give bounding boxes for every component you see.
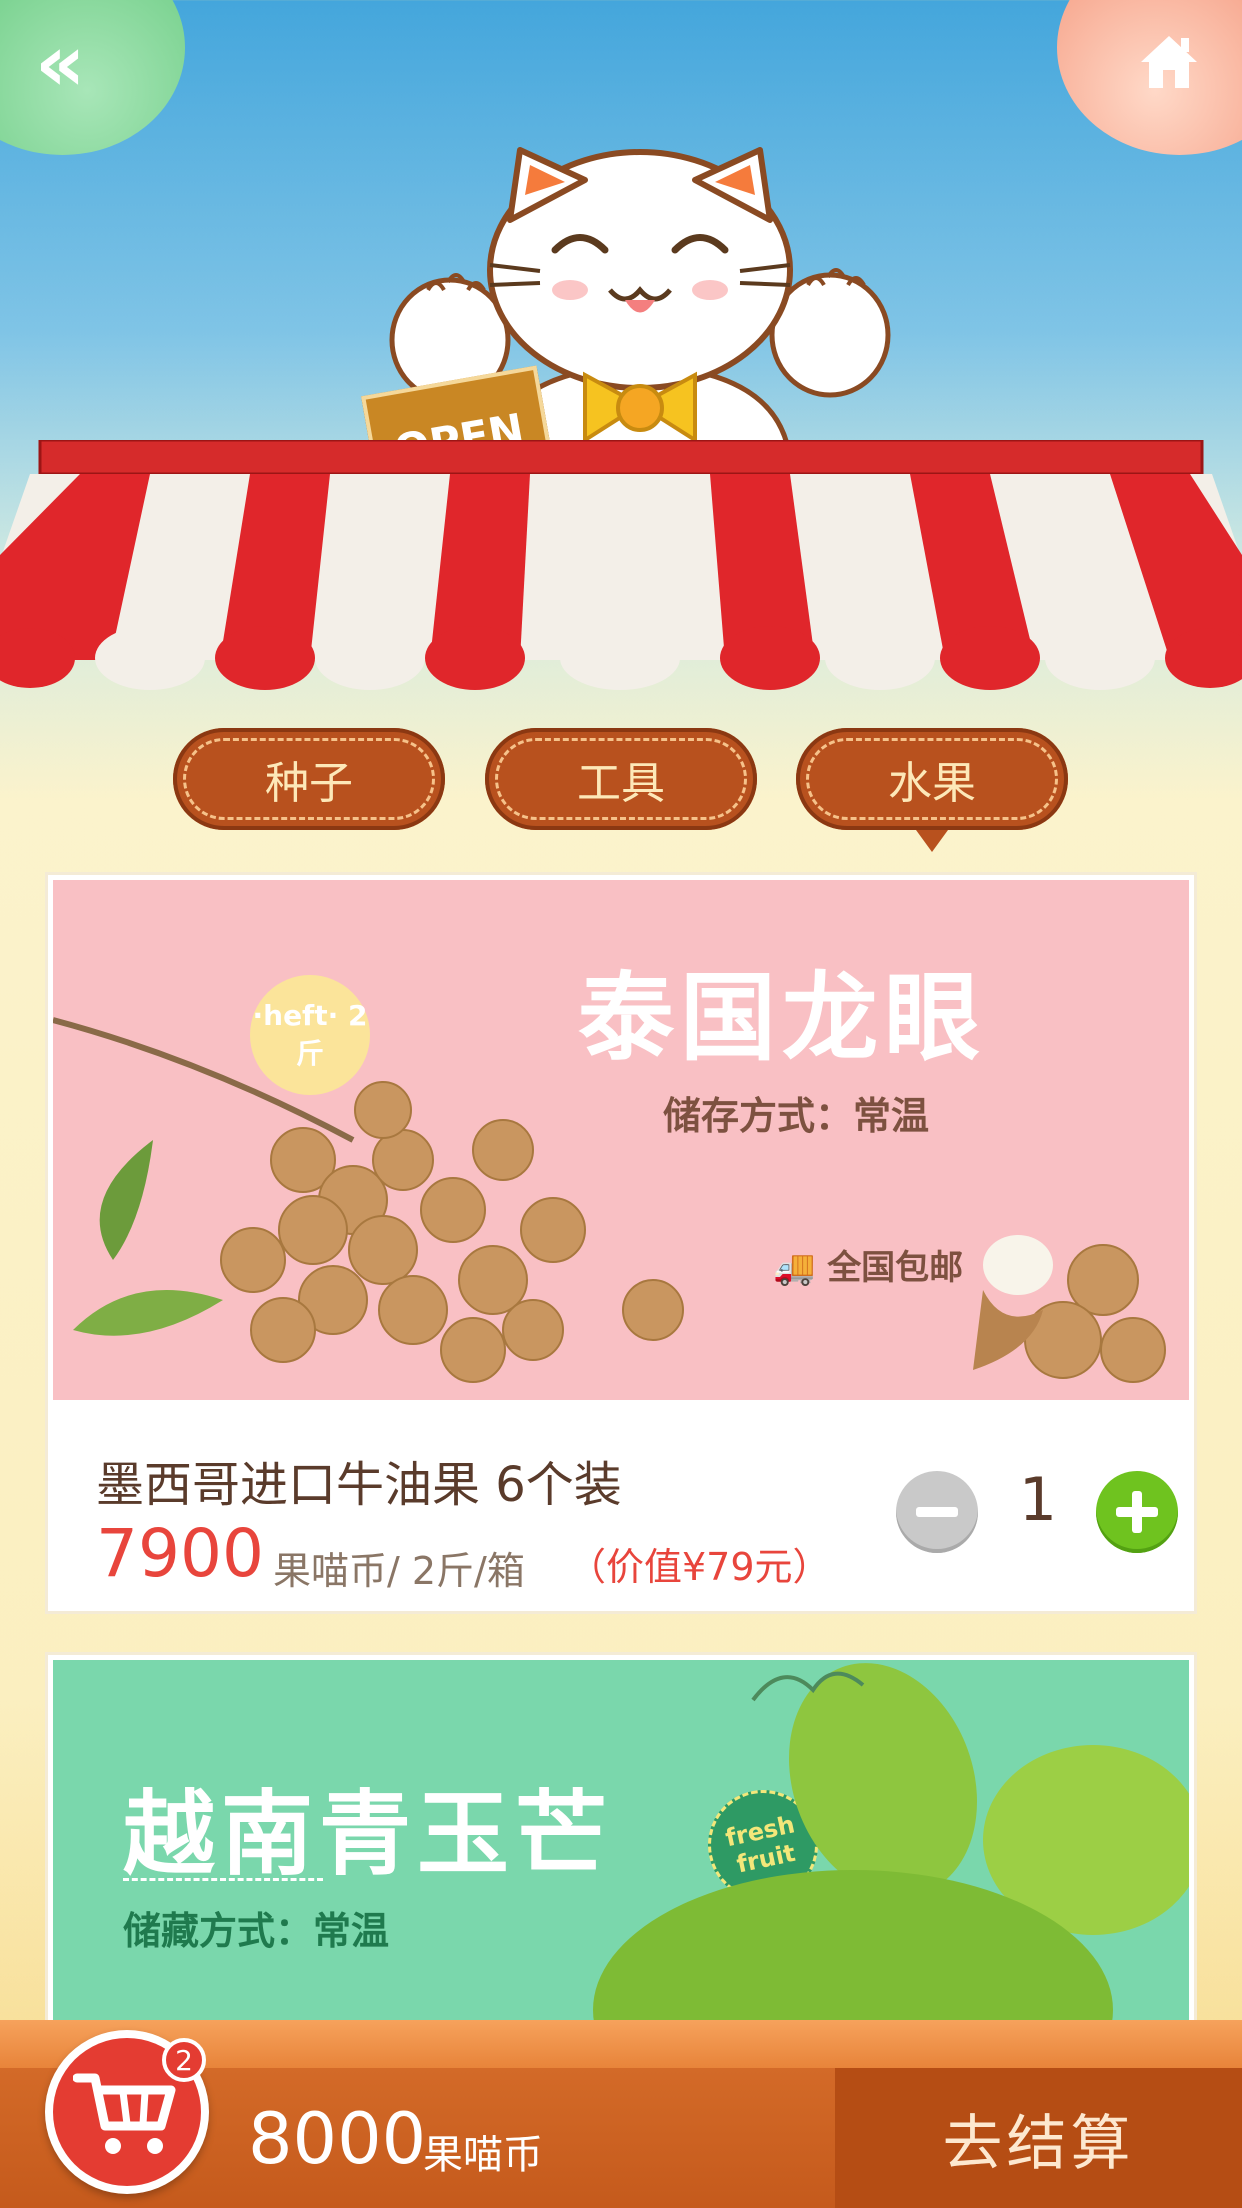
tab-seeds-label: 种子 — [265, 758, 353, 809]
checkout-button[interactable]: 去结算 — [835, 2068, 1242, 2208]
shopping-cart-icon — [73, 2073, 176, 2154]
tab-seeds[interactable]: 种子 — [173, 728, 445, 830]
cart-count-badge: 2 — [162, 2038, 206, 2082]
home-icon — [1141, 36, 1197, 88]
quantity-value: 1 — [1018, 1465, 1058, 1535]
peeled-longan-image — [973, 1235, 1166, 1383]
back-button[interactable]: « — [0, 0, 185, 155]
product-info: 墨西哥进口牛油果 6个装 7900 果喵币/ 2斤/箱 （价值¥79元） 1 — [48, 1405, 1194, 1615]
title-underline — [123, 1878, 323, 1881]
tab-tools-label: 工具 — [577, 758, 665, 809]
cart-bar: 去结算 2 8000 果喵币 — [0, 2020, 1242, 2208]
cart-total-unit: 果喵币 — [423, 2132, 543, 2178]
mango-fruit-image — [593, 1663, 1189, 2069]
cart-total: 8000 — [248, 2098, 427, 2180]
increase-quantity-button[interactable] — [1096, 1471, 1178, 1553]
product-name: 墨西哥进口牛油果 6个装 — [96, 1457, 622, 1513]
product-card[interactable]: 越南青玉芒 储藏方式：常温 fresh fruit — [45, 1652, 1197, 2072]
product-price: 7900 — [96, 1515, 264, 1592]
shop-awning — [0, 440, 1242, 690]
decrease-quantity-button[interactable] — [896, 1471, 978, 1553]
banner-shipping-label: 全国包邮 — [827, 1248, 964, 1288]
category-tabs: 种子 工具 水果 — [0, 728, 1242, 852]
banner-storage: 储藏方式：常温 — [123, 1909, 390, 1953]
product-value: （价值¥79元） — [568, 1545, 831, 1589]
double-chevron-left-icon: « — [35, 19, 86, 109]
product-card[interactable]: 泰国龙眼 储存方式：常温 🚚 全国包邮 ·heft· 2斤 墨西哥进口牛油果 6… — [45, 872, 1197, 1614]
checkout-label: 去结算 — [942, 2108, 1135, 2179]
home-button[interactable] — [1057, 0, 1242, 155]
tab-tools[interactable]: 工具 — [485, 728, 757, 830]
tab-fruit[interactable]: 水果 — [796, 728, 1068, 852]
product-banner-longan: 泰国龙眼 储存方式：常温 🚚 全国包邮 ·heft· 2斤 — [53, 880, 1189, 1400]
longan-fruit-image — [53, 1017, 684, 1383]
product-unit: 果喵币/ 2斤/箱 — [273, 1549, 525, 1593]
banner-title: 越南青玉芒 — [123, 1781, 614, 1888]
product-banner-mango: 越南青玉芒 储藏方式：常温 fresh fruit — [53, 1660, 1189, 2069]
tab-fruit-label: 水果 — [888, 758, 976, 809]
